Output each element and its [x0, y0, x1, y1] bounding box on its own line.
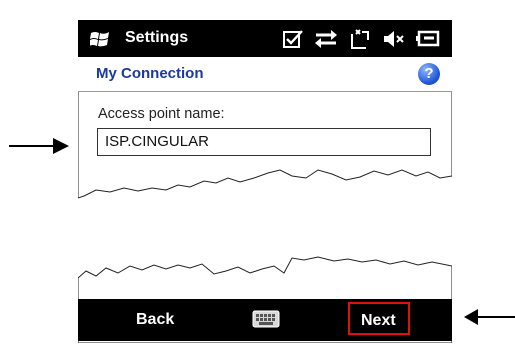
help-icon-glyph: ?: [424, 65, 434, 82]
next-highlight-box: Next: [348, 302, 410, 335]
device-screen: Settings My Connection ? Access point na…: [78, 0, 452, 347]
checkbox-icon[interactable]: [282, 28, 304, 50]
screen-bottom-fragment: Back Next: [78, 238, 452, 343]
no-signal-icon[interactable]: [348, 28, 372, 50]
back-softkey[interactable]: Back: [136, 311, 174, 329]
keyboard-icon[interactable]: [252, 310, 280, 328]
help-icon[interactable]: ?: [418, 63, 440, 85]
data-connection-icon[interactable]: [314, 28, 338, 50]
access-point-name-input[interactable]: [97, 128, 431, 156]
next-softkey[interactable]: Next: [361, 312, 396, 330]
arrow-pointer-right: [464, 309, 515, 325]
battery-charging-icon[interactable]: [416, 28, 442, 50]
volume-muted-icon[interactable]: [382, 28, 406, 50]
status-app-title: Settings: [125, 29, 189, 46]
windows-logo-icon[interactable]: [90, 29, 112, 49]
screen-top-fragment: Settings My Connection ? Access point na…: [78, 20, 452, 200]
page-title: My Connection: [96, 65, 204, 82]
softkey-bar: Back Next: [78, 299, 452, 341]
status-icons: [282, 26, 442, 52]
access-point-name-label: Access point name:: [98, 106, 225, 122]
status-bar: Settings: [78, 20, 452, 57]
title-bar: My Connection ?: [78, 57, 452, 92]
arrow-pointer-left: [9, 138, 69, 154]
